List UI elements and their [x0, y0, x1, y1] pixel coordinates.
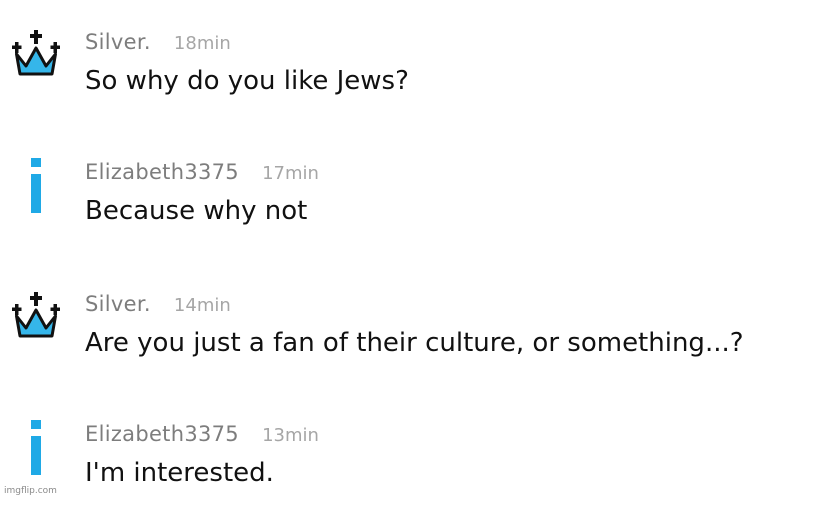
- username[interactable]: Elizabeth3375: [85, 160, 239, 184]
- crown-icon[interactable]: [8, 290, 64, 350]
- chat-message: Elizabeth3375 13min I'm interested.: [0, 412, 833, 522]
- message-text: Are you just a fan of their culture, or …: [85, 328, 744, 358]
- watermark: imgflip.com: [4, 486, 57, 496]
- username[interactable]: Silver.: [85, 292, 151, 316]
- timestamp: 17min: [262, 163, 319, 184]
- chat-message: Silver. 14min Are you just a fan of thei…: [0, 282, 833, 392]
- chat-message: Elizabeth3375 17min Because why not: [0, 150, 833, 260]
- timestamp: 18min: [173, 33, 231, 54]
- info-icon[interactable]: [8, 420, 64, 480]
- username[interactable]: Silver.: [85, 30, 151, 54]
- timestamp: 13min: [262, 425, 319, 446]
- timestamp: 14min: [173, 295, 231, 316]
- chat-message: Silver. 18min So why do you like Jews?: [0, 20, 833, 130]
- crown-icon[interactable]: [8, 28, 64, 88]
- message-text: Because why not: [85, 196, 308, 226]
- username[interactable]: Elizabeth3375: [85, 422, 239, 446]
- message-text: I'm interested.: [85, 458, 274, 488]
- message-text: So why do you like Jews?: [85, 66, 409, 96]
- info-icon[interactable]: [8, 158, 64, 218]
